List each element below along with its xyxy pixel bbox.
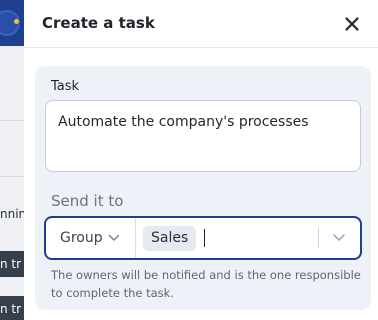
helper-text: The owners will be notified and is the o… — [51, 268, 361, 300]
chevron-down-icon — [108, 234, 120, 241]
task-label: Task — [51, 79, 80, 94]
background-status-dot — [14, 19, 19, 24]
dropdown-chevron-icon[interactable] — [332, 232, 346, 244]
task-form-card: Task Automate the company's processes Se… — [35, 66, 371, 310]
background-divider — [0, 120, 24, 121]
selected-group-chip[interactable]: Sales — [143, 226, 197, 251]
create-task-panel: Create a task Task Automate the company'… — [24, 0, 378, 320]
panel-header: Create a task — [24, 0, 378, 48]
field-divider — [135, 218, 136, 258]
background-app: nnin n tr n tr — [0, 0, 24, 320]
background-divider — [0, 176, 24, 177]
background-text: nnin — [0, 207, 24, 221]
background-dark-row: n tr — [0, 296, 24, 320]
close-icon — [345, 17, 359, 31]
text-caret — [204, 229, 205, 247]
panel-title: Create a task — [42, 14, 155, 32]
send-to-field[interactable]: Group Sales — [44, 216, 362, 260]
task-textarea[interactable]: Automate the company's processes — [45, 100, 361, 172]
recipient-type-select[interactable]: Group — [60, 230, 103, 246]
close-button[interactable] — [342, 14, 362, 34]
send-to-label: Send it to — [51, 192, 124, 210]
field-divider — [318, 228, 319, 248]
background-dark-row: n tr — [0, 251, 24, 277]
